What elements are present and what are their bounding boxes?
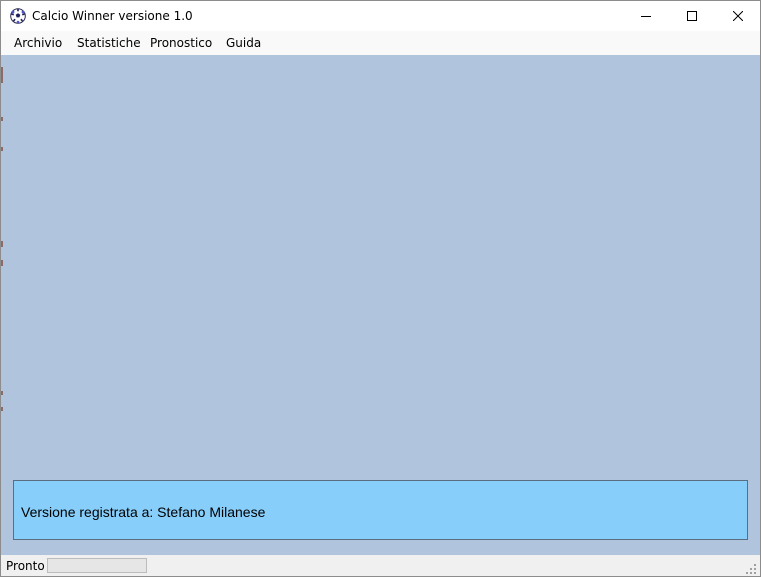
maximize-button[interactable] xyxy=(669,1,715,31)
menu-archivio[interactable]: Archivio xyxy=(14,31,62,55)
menu-bar: Archivio Statistiche Pronostico Guida xyxy=(1,31,760,55)
soccer-ball-icon xyxy=(10,8,26,24)
title-bar[interactable]: Calcio Winner versione 1.0 xyxy=(1,1,760,31)
mdi-client-area[interactable]: Versione registrata a: Stefano Milanese xyxy=(1,55,760,555)
menu-guida[interactable]: Guida xyxy=(226,31,261,55)
minimize-icon xyxy=(641,16,651,17)
status-bar: Pronto xyxy=(1,555,760,576)
minimize-button[interactable] xyxy=(623,1,669,31)
window-title: Calcio Winner versione 1.0 xyxy=(32,9,193,23)
edge-mark xyxy=(1,407,3,411)
edge-mark xyxy=(1,260,3,266)
close-button[interactable] xyxy=(715,1,760,31)
status-text: Pronto xyxy=(6,559,45,573)
menu-statistiche[interactable]: Statistiche xyxy=(77,31,141,55)
edge-mark xyxy=(1,241,3,247)
resize-grip-icon[interactable] xyxy=(745,563,757,575)
progress-bar xyxy=(47,558,147,573)
menu-pronostico[interactable]: Pronostico xyxy=(150,31,212,55)
edge-mark xyxy=(1,67,3,83)
close-icon xyxy=(733,11,743,21)
main-window: Calcio Winner versione 1.0 Archivio Stat… xyxy=(0,0,761,577)
edge-mark xyxy=(1,117,3,121)
registration-panel: Versione registrata a: Stefano Milanese xyxy=(13,480,748,540)
maximize-icon xyxy=(687,11,697,21)
edge-mark xyxy=(1,391,3,395)
edge-mark xyxy=(1,147,3,151)
registration-label: Versione registrata a: Stefano Milanese xyxy=(21,504,266,520)
